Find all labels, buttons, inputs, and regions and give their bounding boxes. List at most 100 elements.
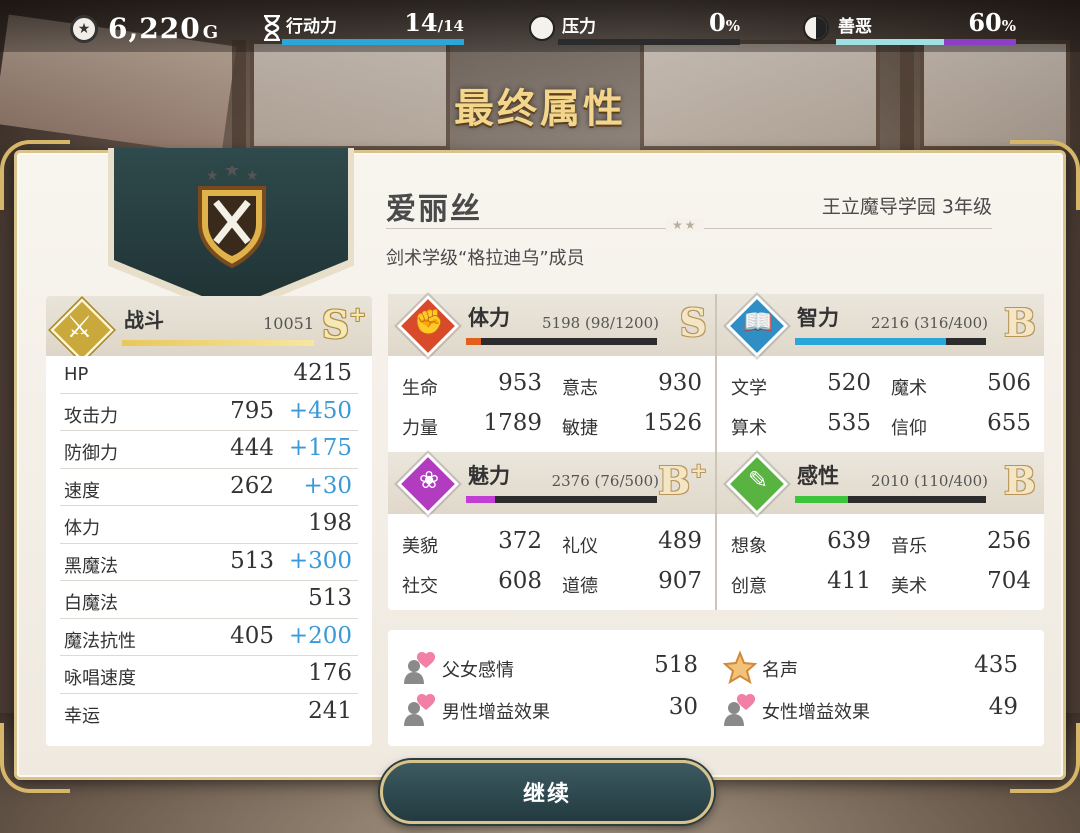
relation-value: 435 <box>974 652 1018 678</box>
relation-value: 49 <box>988 694 1018 720</box>
attribute-stat: 魔术 506 <box>877 364 1037 404</box>
attribute-stat-name: 想象 <box>731 536 767 557</box>
karma-bar <box>836 39 1016 45</box>
attribute-stat-name: 文学 <box>731 378 767 399</box>
attribute-stat-name: 魔术 <box>891 378 927 399</box>
stat-value: 513 <box>308 585 352 611</box>
stat-name: HP <box>64 364 89 385</box>
attribute-value: 2010 (110/400) <box>871 472 988 490</box>
svg-text:★: ★ <box>246 168 259 184</box>
stat-value: 513 <box>230 547 274 574</box>
page-title: 最终属性 <box>454 86 626 132</box>
attribute-rank: B <box>1003 458 1036 503</box>
attribute-stat: 信仰 655 <box>877 404 1037 444</box>
heart-male-icon <box>402 692 438 728</box>
stress-value: 0% <box>709 8 740 37</box>
attribute-stat: 意志 930 <box>548 364 708 404</box>
attribute-stat-name: 信仰 <box>891 418 927 439</box>
battle-bar <box>122 340 314 346</box>
stat-value: 198 <box>308 510 352 536</box>
attribute-stat-name: 美貌 <box>402 536 438 557</box>
svg-text:★: ★ <box>206 168 219 184</box>
attribute-stat-value: 953 <box>498 370 542 396</box>
karma-value: 60% <box>968 8 1016 37</box>
battle-stat-row: 黑魔法 513 +300 <box>60 544 358 581</box>
stat-bonus: +175 <box>288 435 352 461</box>
attribute-stat: 文学 520 <box>717 364 877 404</box>
attribute-value: 2216 (316/400) <box>871 314 988 332</box>
battle-stat-row: 攻击力 795 +450 <box>60 394 358 431</box>
attribute-stat-value: 930 <box>658 370 702 396</box>
stat-value: 405 <box>230 622 274 649</box>
relation-row: 名声 435 <box>708 646 1028 686</box>
character-school: 王立魔导学园 3年级 <box>821 196 992 218</box>
attribute-stat-name: 美术 <box>891 576 927 597</box>
attribute-header: ✎ 感性 2010 (110/400) B <box>717 452 1044 516</box>
attribute-stat: 音乐 256 <box>877 522 1037 562</box>
relation-name: 名声 <box>762 660 798 681</box>
stress-bar <box>558 39 740 45</box>
gold-value: 6,220 <box>108 12 201 45</box>
karma-meter: 善恶 60% <box>802 8 1016 48</box>
battle-stat-row: 幸运 241 <box>60 694 358 732</box>
attribute-stat: 创意 411 <box>717 562 877 602</box>
attribute-header: ✊ 体力 5198 (98/1200) S <box>388 294 715 358</box>
continue-button[interactable]: 继续 <box>380 760 714 824</box>
attribute-label: 魅力 <box>468 464 510 488</box>
attribute-stat: 想象 639 <box>717 522 877 562</box>
battle-stat-row: HP 4215 <box>60 356 358 394</box>
attribute-stat-value: 506 <box>987 370 1031 396</box>
brush-icon-glyph: ✎ <box>747 466 769 494</box>
rose-icon-glyph: ❀ <box>418 466 440 494</box>
attribute-stat-value: 535 <box>827 410 871 436</box>
stat-bonus: +300 <box>288 547 352 574</box>
stress-meter: 压力 0% <box>528 8 740 48</box>
stat-value: 176 <box>308 660 352 686</box>
attribute-stat-value: 704 <box>987 568 1031 594</box>
heart-female-icon <box>722 692 758 728</box>
character-name: 爱丽丝 <box>386 192 482 227</box>
attribute-rank: B <box>1003 300 1036 345</box>
attribute-stat-name: 道德 <box>562 576 598 597</box>
gold-unit: G <box>202 22 219 43</box>
attribute-value: 5198 (98/1200) <box>542 314 659 332</box>
action-value: 14/14 <box>404 8 464 37</box>
attribute-stat-value: 655 <box>987 410 1031 436</box>
attribute-stat: 美貌 372 <box>388 522 548 562</box>
attribute-charm: ❀ 魅力 2376 (76/500) B+ 美貌 372 礼仪 489 社交 608 道德 907 <box>388 452 715 610</box>
stress-face-icon <box>528 14 556 42</box>
stat-value: 241 <box>308 697 352 724</box>
relation-row: 女性增益效果 49 <box>708 688 1028 728</box>
attribute-stat: 生命 953 <box>388 364 548 404</box>
battle-stat-row: 防御力 444 +175 <box>60 431 358 469</box>
attribute-intellect: 📖 智力 2216 (316/400) B 文学 520 魔术 506 算术 535 信仰 655 <box>717 294 1044 452</box>
action-label: 行动力 <box>286 17 337 37</box>
attribute-stat-name: 社交 <box>402 576 438 597</box>
attribute-stat: 美术 704 <box>877 562 1037 602</box>
attribute-stat-value: 907 <box>658 568 702 594</box>
attribute-stat-value: 1526 <box>643 410 702 436</box>
battle-header: ⚔ 战斗 10051 S+ <box>46 296 372 362</box>
relation-name: 男性增益效果 <box>442 702 550 723</box>
stat-bonus: +450 <box>288 397 352 424</box>
relations-panel: 父女感情 518 名声 435 男性增益效果 30 女性增益效果 49 <box>388 630 1044 746</box>
attribute-stat-value: 608 <box>498 568 542 594</box>
attribute-rank: B+ <box>658 458 707 503</box>
attribute-stat-name: 创意 <box>731 576 767 597</box>
battle-value: 10051 <box>263 314 314 333</box>
stat-name: 魔法抗性 <box>64 630 136 652</box>
attribute-stat-value: 256 <box>987 528 1031 554</box>
attribute-stamina: ✊ 体力 5198 (98/1200) S 生命 953 意志 930 力量 1789 敏捷 1526 <box>388 294 715 452</box>
stat-value: 444 <box>230 435 274 461</box>
stat-name: 体力 <box>64 518 100 539</box>
attribute-bar <box>795 496 986 503</box>
stat-bonus: +200 <box>288 622 352 649</box>
battle-rank: S+ <box>321 302 366 347</box>
attribute-stat: 礼仪 489 <box>548 522 708 562</box>
attribute-panel: ✊ 体力 5198 (98/1200) S 生命 953 意志 930 力量 1789 敏捷 1526… <box>388 294 1044 610</box>
fist-icon-glyph: ✊ <box>414 308 444 336</box>
attribute-bar <box>795 338 986 345</box>
coin-icon: ★ <box>70 14 98 43</box>
attribute-stat: 社交 608 <box>388 562 548 602</box>
attribute-stat: 算术 535 <box>717 404 877 444</box>
